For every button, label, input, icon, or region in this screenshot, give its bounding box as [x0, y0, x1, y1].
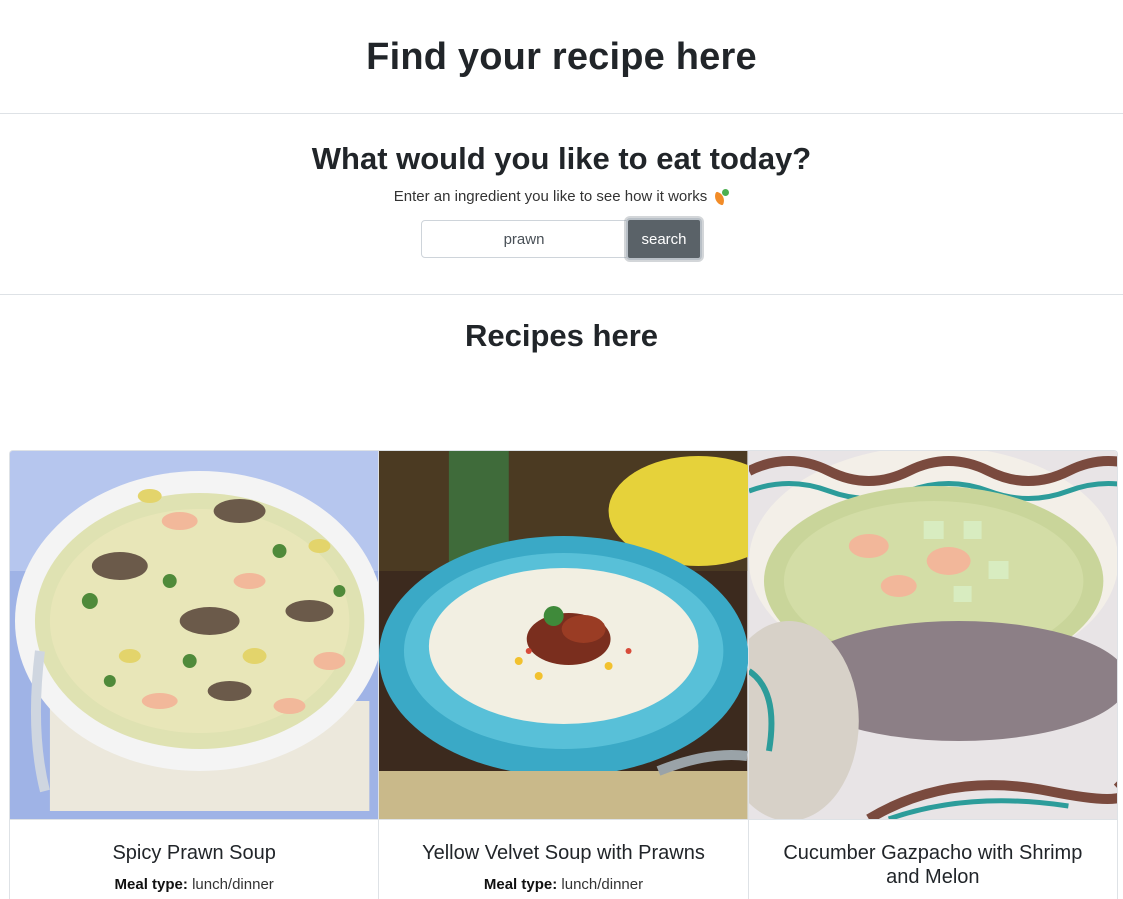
- recipe-image[interactable]: [748, 451, 1117, 819]
- recipe-card[interactable]: Cucumber Gazpacho with Shrimp and Melon: [748, 451, 1117, 899]
- page-title: Find your recipe here: [366, 36, 757, 78]
- recipe-card-body: Cucumber Gazpacho with Shrimp and Melon: [748, 819, 1117, 889]
- meal-type-label: Meal type:: [114, 876, 188, 893]
- search-button[interactable]: search: [626, 218, 702, 260]
- recipe-card-group: Spicy Prawn Soup Meal type: lunch/dinner: [9, 450, 1118, 899]
- search-section: What would you like to eat today? Enter …: [0, 114, 1123, 295]
- recipe-image[interactable]: [10, 451, 379, 819]
- recipe-card[interactable]: Spicy Prawn Soup Meal type: lunch/dinner: [10, 451, 380, 899]
- search-form: search: [0, 218, 1123, 260]
- results-heading: Recipes here: [465, 318, 658, 353]
- recipe-title[interactable]: Yellow Velvet Soup with Prawns: [399, 841, 727, 865]
- recipe-card[interactable]: Yellow Velvet Soup with Prawns Meal type…: [379, 451, 749, 899]
- search-subtitle: Enter an ingredient you like to see how …: [393, 188, 730, 206]
- meal-type: Meal type: lunch/dinner: [30, 876, 358, 893]
- search-subtitle-text: Enter an ingredient you like to see how …: [393, 188, 708, 205]
- recipe-image[interactable]: [379, 451, 748, 819]
- recipe-card-body: Yellow Velvet Soup with Prawns Meal type…: [379, 819, 748, 893]
- carrot-icon: [712, 188, 730, 206]
- ingredient-search-input[interactable]: [421, 220, 627, 258]
- recipe-title[interactable]: Cucumber Gazpacho with Shrimp and Melon: [769, 841, 1097, 889]
- results-section: Recipes here: [0, 295, 1123, 355]
- page: Find your recipe here What would you lik…: [0, 0, 1123, 899]
- page-header: Find your recipe here: [0, 0, 1123, 114]
- meal-type-value: lunch/dinner: [192, 876, 274, 893]
- search-heading: What would you like to eat today?: [311, 141, 812, 176]
- recipe-title[interactable]: Spicy Prawn Soup: [30, 841, 358, 865]
- meal-type-value: lunch/dinner: [561, 876, 644, 893]
- recipe-card-body: Spicy Prawn Soup Meal type: lunch/dinner: [10, 819, 379, 893]
- meal-type-label: Meal type:: [483, 876, 558, 893]
- meal-type: Meal type: lunch/dinner: [399, 876, 727, 893]
